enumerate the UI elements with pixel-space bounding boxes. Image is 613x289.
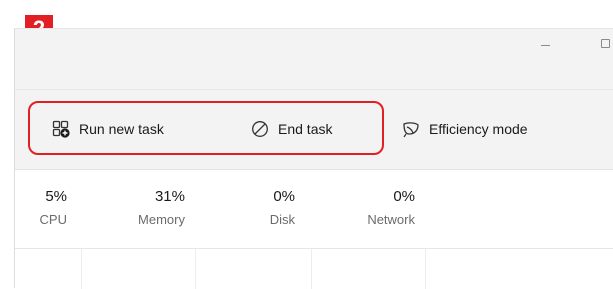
memory-column-header[interactable]: 31% Memory: [107, 188, 185, 227]
efficiency-mode-button[interactable]: Efficiency mode: [401, 103, 528, 155]
task-manager-window: Run new task End task Efficiency mode 5%…: [14, 28, 613, 289]
minimize-icon: [541, 45, 550, 46]
disk-value: 0%: [273, 188, 295, 205]
minimize-button[interactable]: [519, 29, 565, 69]
process-list: [15, 248, 613, 289]
disk-column-header[interactable]: 0% Disk: [235, 188, 295, 227]
cpu-value: 5%: [45, 188, 67, 205]
performance-summary: 5% CPU 31% Memory 0% Disk 0% Network: [15, 170, 613, 248]
highlight-annotation: [28, 101, 384, 155]
efficiency-mode-icon: [401, 119, 421, 139]
memory-label: Memory: [138, 212, 185, 227]
title-bar: [15, 29, 613, 69]
column-divider: [195, 249, 196, 289]
column-divider: [81, 249, 82, 289]
memory-value: 31%: [154, 188, 185, 205]
network-column-header[interactable]: 0% Network: [345, 188, 415, 227]
cpu-label: CPU: [39, 212, 67, 227]
column-divider: [311, 249, 312, 289]
maximize-icon: [601, 39, 610, 48]
column-divider: [425, 249, 426, 289]
network-label: Network: [367, 212, 415, 227]
disk-label: Disk: [269, 212, 295, 227]
network-value: 0%: [393, 188, 415, 205]
efficiency-mode-label: Efficiency mode: [429, 121, 528, 137]
cpu-column-header[interactable]: 5% CPU: [15, 188, 67, 227]
maximize-button[interactable]: [580, 29, 613, 69]
